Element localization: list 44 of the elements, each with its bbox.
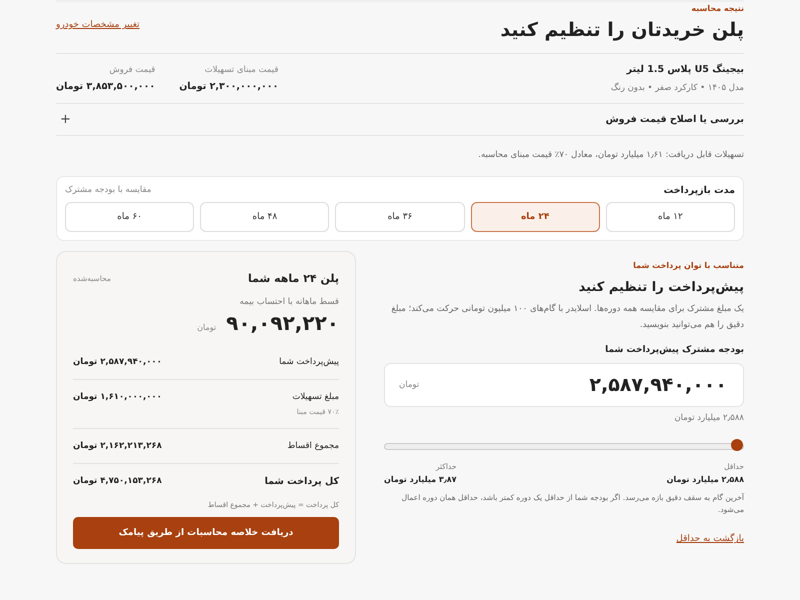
car-name: بیجینگ U5 پلاس 1.5 لیتر xyxy=(625,64,744,75)
summary-label: پیش‌پرداخت شما xyxy=(279,357,339,367)
facility-note: تسهیلات قابل دریافت: ۱٫۶۱ میلیارد تومان، معادل ۷۰٪ قیمت مبنای محاسبه. xyxy=(477,150,744,160)
price-value: ۲,۳۰۰,۰۰۰,۰۰۰ تومان xyxy=(179,81,278,92)
summary-value: ۴,۷۵۰,۱۵۳,۲۶۸ تومان xyxy=(73,476,162,486)
section-eyebrow: متناسب با توان پرداخت شما xyxy=(632,261,744,270)
field-label: بودجه مشترک پیش‌پرداخت شما xyxy=(604,345,744,356)
amount-in-words: ۲٫۵۸۸ میلیارد تومان xyxy=(673,413,744,424)
edit-car-link[interactable]: تغییر مشخصات خودرو xyxy=(56,20,140,30)
reset-link[interactable]: بازگشت به حداقل xyxy=(676,534,744,544)
sms-button[interactable]: دریافت خلاصه محاسبات از طریق پیامک xyxy=(73,517,339,549)
page-title: پلن خریدتان را تنظیم کنید xyxy=(500,19,744,41)
range-value: ۳٫۸۷ میلیارد تومان xyxy=(384,475,456,484)
range-value: ۲٫۵۸۸ میلیارد تومان xyxy=(666,475,744,484)
section-description: یک مبلغ مشترک برای مقایسه همه دوره‌ها. اسلایدر با گام‌های ۱۰۰ میلیون تومانی حرکت می‌کند؛ مبلغ دقیق را هم می‌توانید بنویسید. xyxy=(390,302,744,332)
amount-field[interactable]: ۲,۵۸۷,۹۴۰,۰۰۰ تومان xyxy=(384,363,744,408)
summary-label: مبلغ تسهیلات xyxy=(292,392,339,402)
summary-value: ۲,۱۶۲,۲۱۳,۲۶۸ تومان xyxy=(73,441,162,451)
summary-value: ۲,۵۸۷,۹۴۰,۰۰۰ تومان xyxy=(73,357,162,367)
term-option[interactable]: ۲۴ ماه xyxy=(470,202,600,232)
summary-value: ۱,۶۱۰,۰۰۰,۰۰۰ تومان xyxy=(73,392,162,402)
summary-label: کل پرداخت شما xyxy=(264,476,339,487)
price-review-label: بررسی یا اصلاح قیمت فروش xyxy=(606,114,744,125)
slider-thumb[interactable] xyxy=(731,439,743,452)
plan-title: پلن ۲۴ ماهه شما xyxy=(248,272,339,285)
currency-unit: تومان xyxy=(197,323,216,332)
price-label: قیمت مبنای تسهیلات xyxy=(204,65,278,75)
price-value: ۳,۸۵۳,۵۰۰,۰۰۰ تومان xyxy=(56,81,156,92)
section-eyebrow: نتیجه محاسبه xyxy=(690,4,744,13)
monthly-label: قسط ماهانه با احتساب بیمه xyxy=(238,297,339,307)
term-title: مدت بازپرداخت xyxy=(664,185,735,196)
expand-toggle[interactable]: + xyxy=(56,112,75,127)
price-label: قیمت فروش xyxy=(108,65,156,75)
monthly-amount: ۹۰,۰۹۲,۲۲۰ xyxy=(226,311,339,335)
term-option[interactable]: ۶۰ ماه xyxy=(64,202,194,232)
currency-unit: تومان xyxy=(399,380,420,390)
summary-label: مجموع اقساط xyxy=(287,441,339,451)
amount-input[interactable]: ۲,۵۸۷,۹۴۰,۰۰۰ xyxy=(525,373,729,398)
car-details: مدل ۱۴۰۵ • کارکرد صفر • بدون رنگ xyxy=(610,83,744,93)
term-option[interactable]: ۱۲ ماه xyxy=(606,202,735,232)
term-hint: مقایسه با بودجه مشترک xyxy=(65,185,152,196)
section-title: پیش‌پرداخت را تنظیم کنید xyxy=(578,280,744,295)
term-option[interactable]: ۳۶ ماه xyxy=(335,202,465,232)
term-option[interactable]: ۴۸ ماه xyxy=(200,202,330,232)
